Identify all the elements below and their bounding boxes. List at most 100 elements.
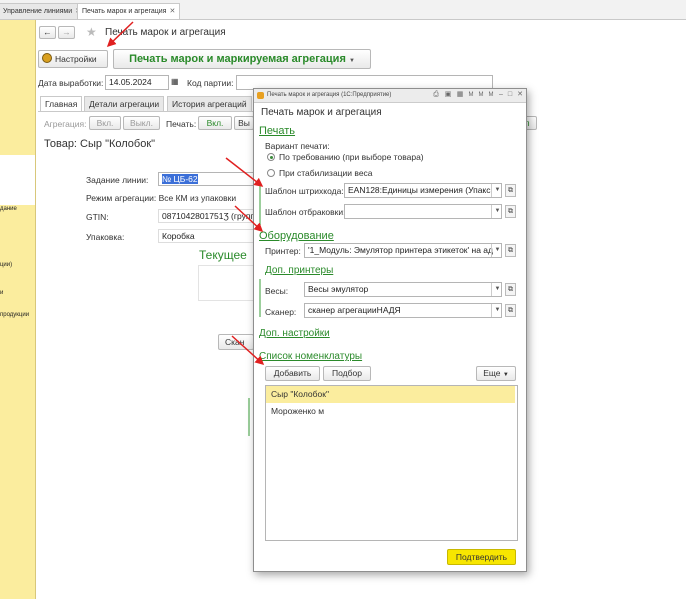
print-and-aggregate-button[interactable]: Печать марок и маркируемая агрегация ▼: [113, 49, 371, 69]
chevron-down-icon[interactable]: ▼: [491, 184, 503, 197]
line-task-value: № ЦБ-62: [162, 174, 198, 184]
equipment-section-title[interactable]: Оборудование: [259, 230, 334, 242]
production-date-label: Дата выработки:: [38, 78, 104, 88]
chevron-down-icon: ▼: [502, 372, 509, 378]
memory-mplus-icon[interactable]: M: [477, 91, 485, 99]
subtab-main[interactable]: Главная: [40, 96, 83, 111]
open-link-icon[interactable]: ⧉: [505, 205, 516, 218]
subtab-aggregation-history[interactable]: История агрегаций: [167, 96, 252, 111]
calendar-icon[interactable]: ▦: [456, 91, 464, 99]
print-icon[interactable]: ⎙: [432, 91, 440, 99]
aggregation-label: Агрегация:: [44, 119, 87, 129]
more-button[interactable]: Еще ▼: [476, 366, 516, 381]
page-title: Печать марок и агрегация: [105, 27, 226, 38]
line-task-field[interactable]: № ЦБ-62: [158, 172, 254, 186]
batch-code-label: Код партии:: [187, 78, 234, 88]
chevron-down-icon[interactable]: ▼: [491, 244, 503, 257]
left-panel-item[interactable]: дание: [0, 206, 17, 212]
package-label: Упаковка:: [86, 232, 125, 242]
back-button[interactable]: ←: [39, 26, 56, 39]
section-indent-line: [259, 183, 261, 225]
settings-label: Настройки: [55, 54, 97, 64]
aggregation-mode-text: Режим агрегации: Все КМ из упаковки: [86, 193, 237, 203]
printer-value: '1_Модуль: Эмулятор принтера этикеток' н…: [308, 245, 493, 255]
tab-label: Печать марок и агрегация: [82, 8, 167, 15]
scales-value: Весы эмулятор: [308, 284, 369, 294]
more-label: Еще: [483, 368, 501, 378]
star-icon[interactable]: ★: [86, 25, 97, 39]
scanner-label: Сканер:: [265, 307, 297, 317]
memory-mminus-icon[interactable]: M: [487, 91, 495, 99]
settings-icon: [42, 53, 52, 63]
printer-field[interactable]: '1_Модуль: Эмулятор принтера этикеток' н…: [304, 243, 502, 258]
arrow-right-icon: →: [62, 27, 71, 37]
aggregation-on-button[interactable]: Вкл.: [89, 116, 121, 130]
section-indent-line: [259, 279, 261, 317]
production-date-field[interactable]: 14.05.2024: [105, 75, 169, 90]
scanner-field[interactable]: сканер агрегацииНАДЯ: [304, 303, 502, 318]
add-item-button[interactable]: Добавить: [265, 366, 320, 381]
subtab-aggregation-details[interactable]: Детали агрегации: [84, 96, 165, 111]
radio-on-request-label: По требованию (при выборе товара): [279, 152, 424, 162]
calendar-icon[interactable]: ▦: [171, 77, 179, 86]
current-heading: Текущее: [199, 248, 247, 262]
radio-on-weight[interactable]: [267, 169, 275, 177]
memory-m-icon[interactable]: M: [467, 91, 475, 99]
scales-label: Весы:: [265, 286, 289, 296]
chevron-down-icon[interactable]: ▼: [491, 283, 503, 296]
main-button-label: Печать марок и маркируемая агрегация: [129, 53, 346, 65]
nomenclature-section-title[interactable]: Список номенклатуры: [259, 351, 362, 362]
save-icon[interactable]: ▣: [444, 91, 452, 99]
reject-template-field[interactable]: [344, 204, 502, 219]
forward-button[interactable]: →: [58, 26, 75, 39]
close-icon[interactable]: ✕: [169, 8, 175, 15]
confirm-button[interactable]: Подтвердить: [447, 549, 516, 565]
maximize-icon[interactable]: □: [506, 91, 514, 99]
open-link-icon[interactable]: ⧉: [505, 304, 516, 317]
extra-printers-section-title[interactable]: Доп. принтеры: [265, 265, 333, 276]
print-section-title[interactable]: Печать: [259, 125, 295, 137]
left-panel-item[interactable]: и: [0, 290, 3, 296]
nomenclature-list: Сыр "Колобок" Мороженко м: [265, 385, 518, 541]
open-link-icon[interactable]: ⧉: [505, 184, 516, 197]
chevron-down-icon[interactable]: ▼: [491, 304, 503, 317]
printer-label: Принтер:: [265, 246, 301, 256]
tab-print-marks[interactable]: Печать марок и агрегация ✕: [77, 3, 181, 19]
print-variant-label: Вариант печати:: [265, 141, 330, 151]
scan-button[interactable]: Скан: [218, 334, 254, 350]
aggregation-off-button[interactable]: Выкл.: [123, 116, 160, 130]
left-panel-item[interactable]: ции): [0, 262, 12, 268]
open-link-icon[interactable]: ⧉: [505, 283, 516, 296]
left-navigation-panel: дание ции) и продукции: [0, 20, 36, 599]
settings-button[interactable]: Настройки: [38, 50, 108, 68]
list-item[interactable]: Сыр "Колобок": [266, 386, 515, 403]
app-logo-icon: [257, 92, 264, 99]
minimize-icon[interactable]: –: [497, 91, 505, 99]
scales-field[interactable]: Весы эмулятор: [304, 282, 502, 297]
close-icon[interactable]: ✕: [516, 91, 524, 99]
tab-line-management[interactable]: Управление линиями✕: [0, 3, 87, 19]
open-link-icon[interactable]: ⧉: [505, 244, 516, 257]
scanner-value: сканер агрегацииНАДЯ: [308, 305, 401, 315]
chevron-down-icon[interactable]: ▼: [491, 205, 503, 218]
list-item[interactable]: Мороженко м: [266, 403, 515, 420]
package-field[interactable]: Коробка: [158, 229, 254, 243]
dialog-window-title: Печать марок и агрегация (1С:Предприятие…: [267, 92, 392, 98]
green-divider: [248, 398, 250, 436]
product-title: Товар: Сыр "Колобок": [44, 138, 156, 150]
window-tab-strip: Управление линиями✕ Печать марок и агрег…: [0, 0, 686, 20]
dialog-titlebar: Печать марок и агрегация (1С:Предприятие…: [254, 89, 526, 103]
gtin-label: GTIN:: [86, 212, 109, 222]
barcode-template-field[interactable]: EAN128:Единицы измерения (Упакс: [344, 183, 502, 198]
extra-settings-section-title[interactable]: Доп. настройки: [259, 328, 330, 339]
left-panel-item[interactable]: продукции: [0, 312, 29, 318]
barcode-template-label: Шаблон штрихкода:: [265, 186, 344, 196]
print-settings-dialog: Печать марок и агрегация (1С:Предприятие…: [253, 88, 527, 572]
print-off-button[interactable]: Вы: [234, 116, 254, 130]
current-panel: [198, 265, 255, 301]
gtin-field[interactable]: 0871042801751Ʒ (групп: [158, 209, 254, 223]
radio-on-request[interactable]: [267, 153, 275, 161]
left-panel-selected-item[interactable]: [0, 155, 35, 205]
select-items-button[interactable]: Подбор: [323, 366, 371, 381]
print-on-button[interactable]: Вкл.: [198, 116, 232, 130]
